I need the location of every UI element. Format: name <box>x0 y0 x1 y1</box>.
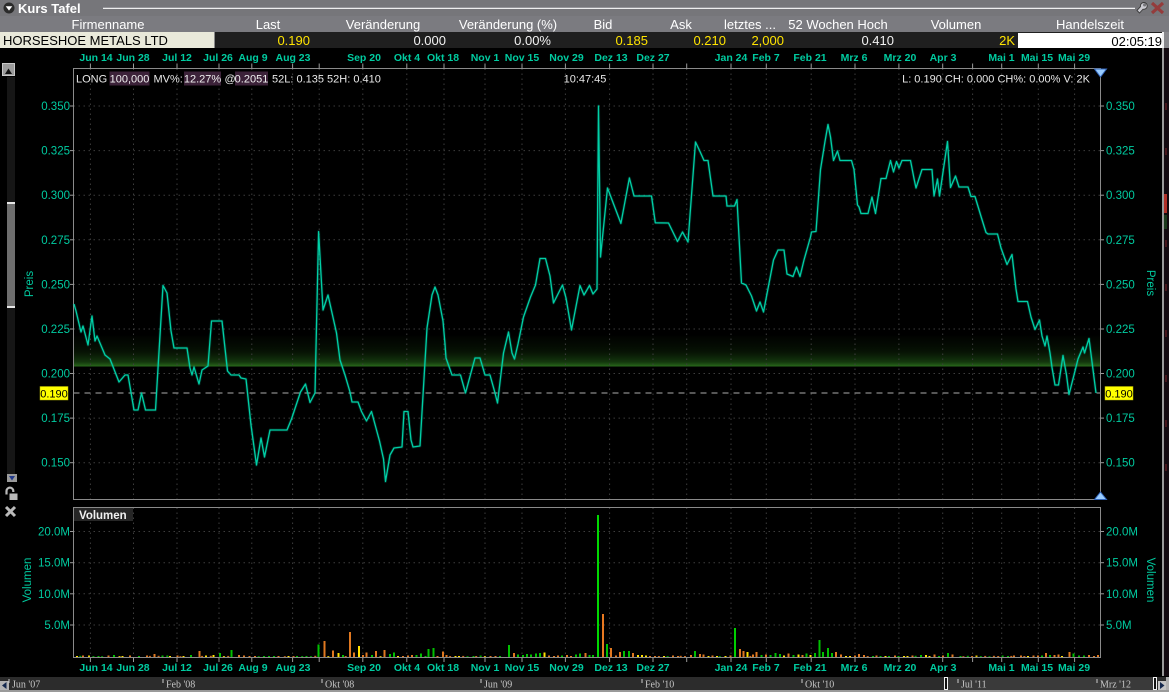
svg-text:0.150: 0.150 <box>1106 458 1135 470</box>
svg-text:Aug 23: Aug 23 <box>275 52 310 64</box>
svg-text:Aug 23: Aug 23 <box>275 662 310 674</box>
svg-text:Feb '10: Feb '10 <box>645 680 674 691</box>
svg-text:0.225: 0.225 <box>1106 324 1135 336</box>
svg-text:0.275: 0.275 <box>41 235 70 247</box>
svg-text:Mai 1: Mai 1 <box>988 52 1014 64</box>
svg-text:Sep 20: Sep 20 <box>347 662 381 674</box>
svg-text:0.350: 0.350 <box>41 101 70 113</box>
svg-text:Volumen: Volumen <box>79 510 127 522</box>
svg-text:15.0M: 15.0M <box>38 558 70 570</box>
svg-text:15.0M: 15.0M <box>1106 558 1138 570</box>
svg-text:Volumen: Volumen <box>22 558 34 603</box>
svg-text:0.325: 0.325 <box>1106 146 1135 158</box>
svg-text:Apr 3: Apr 3 <box>930 52 957 64</box>
svg-text:Okt 18: Okt 18 <box>427 662 459 674</box>
svg-text:Jul 26: Jul 26 <box>203 52 233 64</box>
svg-text:0.250: 0.250 <box>1106 279 1135 291</box>
svg-text:Apr 3: Apr 3 <box>930 662 957 674</box>
svg-text:Jan 24: Jan 24 <box>715 662 748 674</box>
svg-text:Volumen: Volumen <box>1144 558 1156 603</box>
svg-text:Dez 13: Dez 13 <box>594 52 627 64</box>
svg-text:0.325: 0.325 <box>41 146 70 158</box>
svg-text:0.190: 0.190 <box>1105 389 1133 401</box>
svg-text:Preis: Preis <box>24 271 36 297</box>
svg-text:12.27%: 12.27% <box>184 74 222 86</box>
svg-text:Feb 21: Feb 21 <box>793 662 826 674</box>
svg-text:Feb 7: Feb 7 <box>752 662 780 674</box>
svg-text:Feb '08: Feb '08 <box>166 680 195 691</box>
svg-text:Nov 1: Nov 1 <box>471 662 500 674</box>
svg-text:0.275: 0.275 <box>1106 235 1135 247</box>
svg-text:Dez 27: Dez 27 <box>636 662 669 674</box>
svg-text:0.2051: 0.2051 <box>235 74 269 86</box>
svg-text:Dez 27: Dez 27 <box>636 52 669 64</box>
svg-text:Nov 15: Nov 15 <box>505 662 540 674</box>
svg-text:MV%:: MV%: <box>154 74 183 86</box>
svg-text:Jul 12: Jul 12 <box>162 52 192 64</box>
svg-text:Mrz 20: Mrz 20 <box>884 662 917 674</box>
svg-text:Mai 29: Mai 29 <box>1058 52 1090 64</box>
svg-text:20.0M: 20.0M <box>1106 527 1138 539</box>
svg-text:Okt 18: Okt 18 <box>427 52 459 64</box>
svg-text:Jun 28: Jun 28 <box>116 52 149 64</box>
svg-text:0.150: 0.150 <box>41 458 70 470</box>
svg-text:0.175: 0.175 <box>41 413 70 425</box>
svg-text:0.300: 0.300 <box>1106 190 1135 202</box>
svg-text:Nov 29: Nov 29 <box>549 52 584 64</box>
svg-text:Jul '11: Jul '11 <box>961 680 987 691</box>
svg-text:Jul 12: Jul 12 <box>162 662 192 674</box>
svg-text:0.200: 0.200 <box>1106 369 1135 381</box>
svg-text:Jun 28: Jun 28 <box>116 662 149 674</box>
svg-text:Dez 13: Dez 13 <box>594 662 627 674</box>
svg-text:52L: 0.135 52H: 0.410: 52L: 0.135 52H: 0.410 <box>272 74 381 86</box>
svg-text:Mrz 6: Mrz 6 <box>841 52 868 64</box>
svg-text:10.0M: 10.0M <box>1106 589 1138 601</box>
svg-text:0.300: 0.300 <box>41 190 70 202</box>
svg-text:5.0M: 5.0M <box>1106 620 1132 632</box>
svg-text:5.0M: 5.0M <box>44 620 70 632</box>
svg-text:Okt '08: Okt '08 <box>325 680 354 691</box>
svg-text:Nov 1: Nov 1 <box>471 52 500 64</box>
svg-text:0.200: 0.200 <box>41 369 70 381</box>
svg-text:Mrz 20: Mrz 20 <box>884 52 917 64</box>
svg-text:Okt '10: Okt '10 <box>805 680 834 691</box>
svg-text:Mai 15: Mai 15 <box>1021 662 1053 674</box>
svg-text:Jun 14: Jun 14 <box>79 52 112 64</box>
svg-text:L: 0.190 CH: 0.000 CH%: 0.00%: L: 0.190 CH: 0.000 CH%: 0.00% V: 2K <box>902 74 1091 86</box>
svg-text:Feb 21: Feb 21 <box>793 52 826 64</box>
svg-text:Aug 9: Aug 9 <box>238 662 267 674</box>
svg-text:Okt 4: Okt 4 <box>394 662 420 674</box>
svg-text:0.175: 0.175 <box>1106 413 1135 425</box>
svg-text:0.250: 0.250 <box>41 279 70 291</box>
svg-text:Jun '09: Jun '09 <box>484 680 512 691</box>
svg-text:Feb 7: Feb 7 <box>752 52 780 64</box>
svg-text:Sep 20: Sep 20 <box>347 52 381 64</box>
svg-text:Preis: Preis <box>1144 270 1156 296</box>
svg-text:Jan 24: Jan 24 <box>715 52 748 64</box>
svg-text:Mai 29: Mai 29 <box>1058 662 1090 674</box>
svg-text:Mai 1: Mai 1 <box>988 662 1014 674</box>
svg-text:100,000: 100,000 <box>110 74 150 86</box>
svg-text:Mrz '12: Mrz '12 <box>1100 680 1131 691</box>
svg-text:LONG: LONG <box>76 74 107 86</box>
svg-text:20.0M: 20.0M <box>38 527 70 539</box>
svg-text:Mrz 6: Mrz 6 <box>841 662 868 674</box>
svg-text:Jun '07: Jun '07 <box>12 680 40 691</box>
svg-text:0.350: 0.350 <box>1106 101 1135 113</box>
svg-text:Aug 9: Aug 9 <box>238 52 267 64</box>
svg-text:10:47:45: 10:47:45 <box>564 74 607 86</box>
svg-text:0.190: 0.190 <box>40 389 68 401</box>
svg-text:Okt 4: Okt 4 <box>394 52 420 64</box>
svg-text:Nov 15: Nov 15 <box>505 52 540 64</box>
svg-text:0.225: 0.225 <box>41 324 70 336</box>
svg-text:Jun 14: Jun 14 <box>79 662 112 674</box>
svg-text:10.0M: 10.0M <box>38 589 70 601</box>
svg-text:Nov 29: Nov 29 <box>549 662 584 674</box>
svg-text:Jul 26: Jul 26 <box>203 662 233 674</box>
svg-text:Mai 15: Mai 15 <box>1021 52 1053 64</box>
